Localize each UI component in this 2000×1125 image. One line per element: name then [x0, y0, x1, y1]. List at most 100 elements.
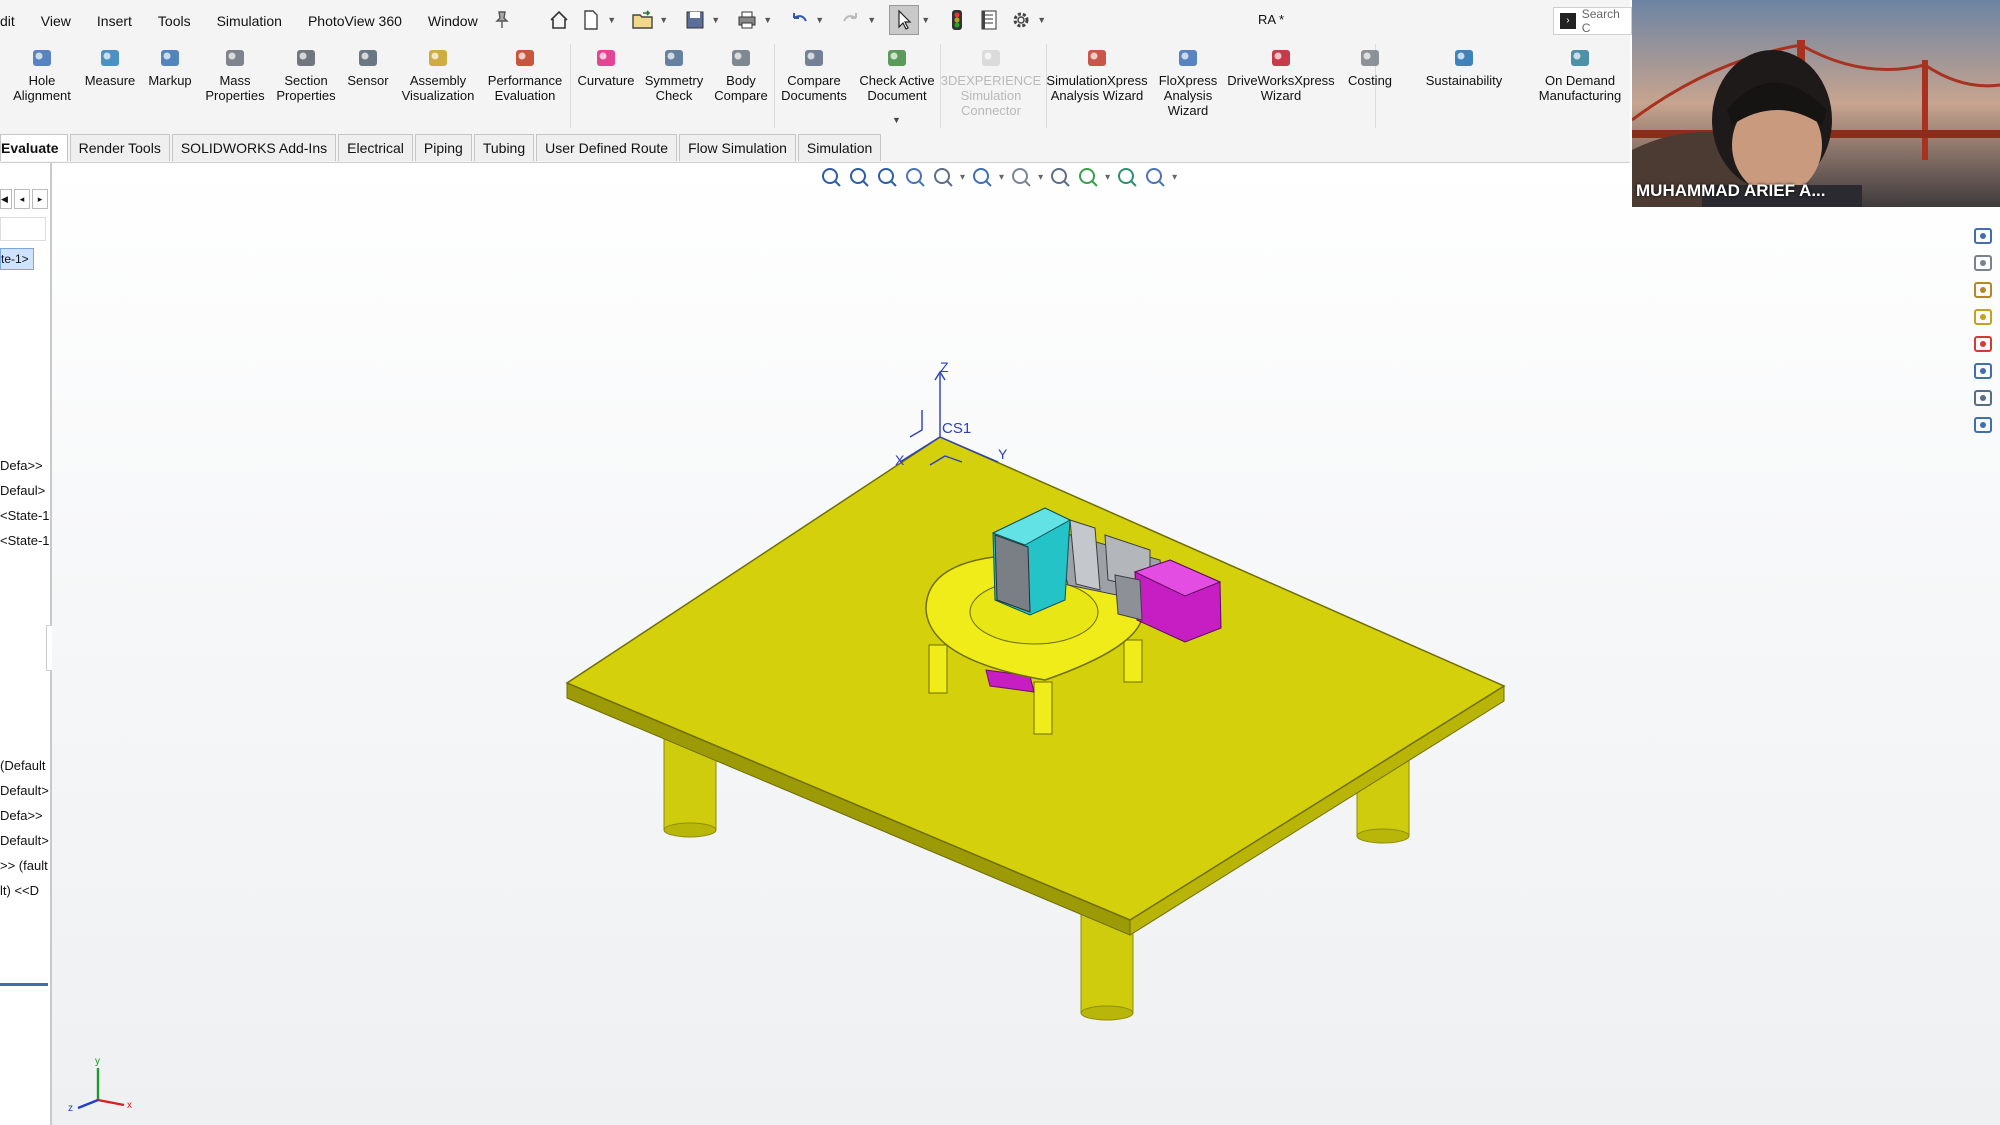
webcam-overlay: MUHAMMAD ARIEF A...: [1632, 0, 2000, 207]
ribbon-button-label: On Demand Manufacturing: [1538, 73, 1622, 103]
menu-item-view[interactable]: View: [28, 0, 84, 40]
panel-top-buttons: ◀ ◂ ▸: [0, 189, 48, 209]
menu-bar: dit View Insert Tools Simulation PhotoView 36…: [0, 0, 1632, 40]
traffic-light-icon[interactable]: [943, 6, 971, 34]
menu-item-dit[interactable]: dit: [0, 0, 28, 40]
tree-item[interactable]: <<Defa: [0, 458, 50, 473]
view-orientation-icon[interactable]: [971, 166, 993, 188]
print-icon[interactable]: [733, 6, 761, 34]
body-compare-icon: [729, 46, 753, 70]
filter-field[interactable]: [0, 217, 46, 241]
redo-icon[interactable]: [837, 6, 865, 34]
tab-flow-simulation[interactable]: Flow Simulation: [679, 134, 796, 161]
custom-properties-icon[interactable]: [1970, 358, 1996, 384]
chevron-down-icon[interactable]: ▾: [1038, 172, 1043, 183]
appearances-icon[interactable]: [1970, 331, 1996, 357]
graphics-area[interactable]: [52, 163, 2000, 1125]
previous-view-icon[interactable]: [876, 166, 898, 188]
sensor-icon: [356, 46, 380, 70]
menu-item-insert[interactable]: Insert: [84, 0, 145, 40]
tree-item[interactable]: <Default: [0, 833, 50, 848]
design-library-icon[interactable]: [1970, 250, 1996, 276]
tab-user-defined-route[interactable]: User Defined Route: [536, 134, 678, 161]
tree-selected-item[interactable]: te-1>: [0, 248, 34, 270]
tree-item[interactable]: Default): [0, 758, 50, 773]
chevron-down-icon[interactable]: ▾: [960, 172, 965, 183]
menu-item-simulation[interactable]: Simulation: [204, 0, 295, 40]
chevron-down-icon[interactable]: ▾: [999, 172, 1004, 183]
apply-scene-icon[interactable]: [1116, 166, 1138, 188]
section-view-icon[interactable]: [904, 166, 926, 188]
save-icon[interactable]: [681, 6, 709, 34]
tree-item[interactable]: State-1>: [0, 533, 50, 548]
options-gear-icon[interactable]: [1007, 6, 1035, 34]
costing-icon: [1358, 46, 1382, 70]
search-placeholder: Search C: [1581, 7, 1620, 35]
tab-piping[interactable]: Piping: [414, 134, 472, 161]
open-folder-icon[interactable]: [629, 6, 657, 34]
participant-name: MUHAMMAD ARIEF A...: [1636, 181, 1826, 200]
chevron-left-icon[interactable]: ◂: [14, 189, 30, 209]
search-field[interactable]: › Search C: [1553, 7, 1632, 35]
chevron-down-icon[interactable]: ▾: [1105, 172, 1110, 183]
menu-item-tools[interactable]: Tools: [145, 0, 204, 40]
driveworksxpress-icon: [1269, 46, 1293, 70]
tree-item[interactable]: <Default: [0, 783, 50, 798]
tree-item[interactable]: <Defaul: [0, 483, 50, 498]
home-icon[interactable]: [545, 6, 573, 34]
tree-item[interactable]: State-1>: [0, 508, 50, 523]
edit-appearance-icon[interactable]: [1077, 166, 1099, 188]
view-palette-icon[interactable]: [1970, 304, 1996, 330]
chevron-down-icon[interactable]: ▼: [659, 15, 669, 25]
chevron-down-icon[interactable]: ▼: [867, 15, 877, 25]
check-active-dropdown-icon[interactable]: ▼: [892, 115, 901, 125]
undo-icon[interactable]: [785, 6, 813, 34]
tree-item[interactable]: fault) <<: [0, 858, 50, 873]
tree-item[interactable]: lt) <<D: [0, 883, 50, 898]
performance-evaluation-icon: [513, 46, 537, 70]
chevron-down-icon[interactable]: ▼: [711, 15, 721, 25]
menu-item-window[interactable]: Window: [415, 0, 491, 40]
panel-handle-icon[interactable]: ◀: [0, 189, 12, 209]
motion-icon[interactable]: [1970, 412, 1996, 438]
simulationxpress-icon: [1085, 46, 1109, 70]
menu-items: dit View Insert Tools Simulation PhotoView 36…: [0, 0, 491, 40]
new-document-icon[interactable]: [577, 6, 605, 34]
tab-render-tools[interactable]: Render Tools: [69, 134, 170, 161]
menu-item-photoview-360[interactable]: PhotoView 360: [295, 0, 415, 40]
solidworks-forum-icon[interactable]: [1970, 385, 1996, 411]
hide-show-items-icon[interactable]: [1049, 166, 1071, 188]
tab-solidworks-add-ins[interactable]: SOLIDWORKS Add-Ins: [171, 134, 337, 161]
chevron-down-icon[interactable]: ▼: [607, 15, 617, 25]
pin-icon[interactable]: [491, 9, 513, 31]
tab-tubing[interactable]: Tubing: [473, 134, 535, 161]
sustainability-button[interactable]: Sustainability: [1404, 46, 1524, 88]
solidworks-resources-icon[interactable]: [1970, 223, 1996, 249]
chevron-down-icon[interactable]: ▾: [1172, 172, 1177, 183]
tree-item[interactable]: <<Defa: [0, 808, 50, 823]
file-explorer-icon[interactable]: [1970, 277, 1996, 303]
task-pane-tabs: [1970, 223, 2000, 439]
view-settings-icon[interactable]: [1144, 166, 1166, 188]
on-demand-manufacturing-button[interactable]: On Demand Manufacturing: [1520, 46, 1640, 103]
zoom-to-fit-icon[interactable]: [820, 166, 842, 188]
display-style-icon[interactable]: [1010, 166, 1032, 188]
tab-evaluate[interactable]: Evaluate: [0, 134, 68, 161]
tab-electrical[interactable]: Electrical: [338, 134, 413, 161]
select-pointer-icon[interactable]: [888, 5, 919, 35]
tab-simulation[interactable]: Simulation: [797, 134, 882, 161]
chevron-down-icon[interactable]: ▼: [815, 15, 825, 25]
zoom-to-area-icon[interactable]: [848, 166, 870, 188]
dynamic-annotation-icon[interactable]: [932, 166, 954, 188]
file-properties-icon[interactable]: [975, 6, 1003, 34]
chevron-down-icon[interactable]: ▼: [763, 15, 773, 25]
feature-manager-panel: ◀ ◂ ▸ te-1> <<Defa <Defaul State-1> State-1…: [0, 163, 56, 1125]
3dexperience-connector-button: 3DEXPERIENCE Simulation Connector: [931, 46, 1051, 118]
chevron-right-icon[interactable]: ▸: [32, 189, 48, 209]
chevron-down-icon[interactable]: ▼: [921, 15, 931, 25]
ribbon-button-label: 3DEXPERIENCE Simulation Connector: [940, 73, 1042, 118]
chevron-down-icon[interactable]: ▼: [1037, 15, 1047, 25]
on-demand-manufacturing-icon: [1568, 46, 1592, 70]
command-manager-ribbon: ▼ Hole Alignment Measure Markup Mass Proper…: [0, 40, 1630, 133]
command-tabs: Evaluate Render Tools SOLIDWORKS Add-Ins El…: [0, 133, 1630, 163]
